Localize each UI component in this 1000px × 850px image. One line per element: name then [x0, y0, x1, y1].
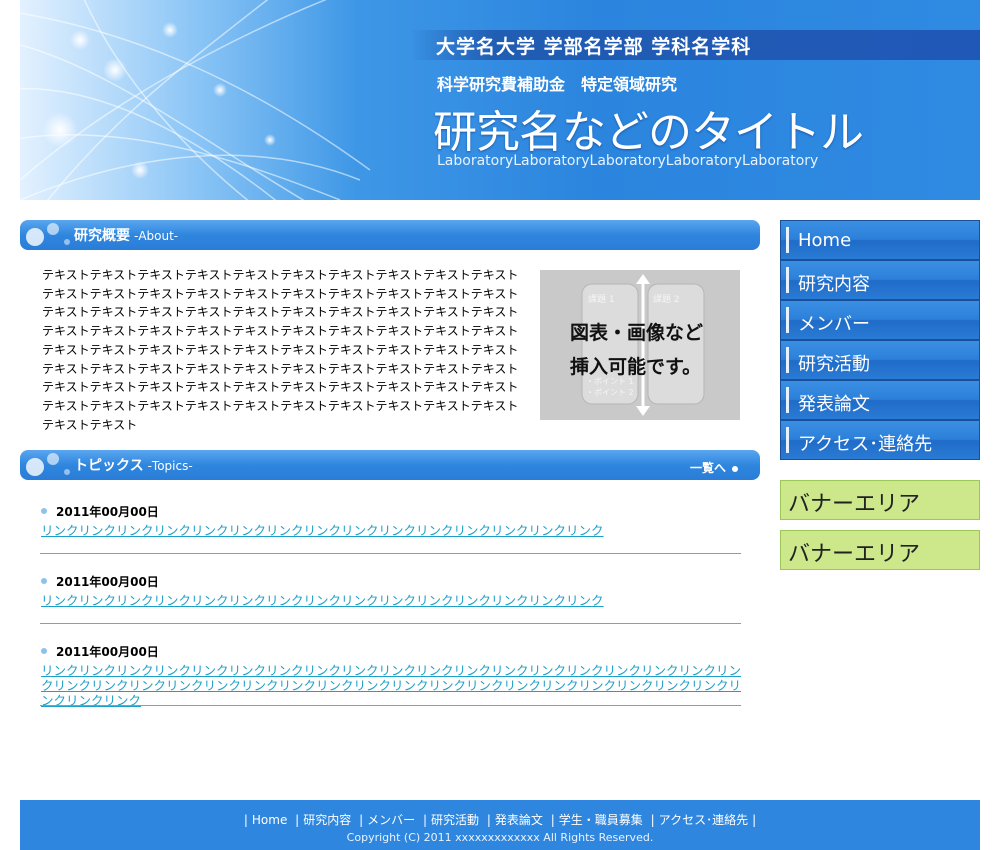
nav-item-home[interactable]: Home [780, 220, 980, 260]
footer-link-access[interactable]: アクセス･連絡先 [659, 813, 748, 827]
more-dot-icon [732, 465, 738, 472]
image-caption-2: 挿入可能です。 [570, 356, 702, 378]
nav-item-activities[interactable]: 研究活動 [780, 340, 980, 380]
site-footer: | Home | 研究内容 | メンバー | 研究活動 | 発表論文 | 学生・職員募集 |… [20, 800, 980, 850]
footer-link-home[interactable]: Home [252, 813, 287, 827]
topic-date: 2011年00月00日 [56, 575, 159, 589]
nav-item-papers[interactable]: 発表論文 [780, 380, 980, 420]
topic-link[interactable]: リンクリンクリンクリンクリンクリンクリンクリンクリンクリンクリンクリンクリンクリ… [41, 523, 741, 538]
topics-heading-label: トピックス [74, 458, 144, 474]
image-caption-1: 図表・画像など [570, 322, 704, 344]
nav-item-label: 研究活動 [798, 354, 870, 375]
topics-heading: トピックス -Topics- 一覧へ [20, 450, 760, 480]
topic-item: 2011年00月00日 リンクリンクリンクリンクリンクリンクリンクリンクリンクリ… [40, 503, 741, 554]
topics-more-label: 一覧へ [689, 461, 726, 475]
banner-area-2[interactable]: バナーエリア [780, 530, 980, 570]
topic-item: 2011年00月00日 リンクリンクリンクリンクリンクリンクリンクリンクリンクリ… [40, 573, 741, 624]
footer-link-members[interactable]: メンバー [367, 813, 415, 827]
footer-link-papers[interactable]: 発表論文 [495, 813, 543, 827]
nav-item-access[interactable]: アクセス･連絡先 [780, 420, 980, 460]
about-image: 課題 1 課題 2 ・ポイント 1 ・ポイント 2 図表・画像など 挿入可能です… [540, 270, 740, 420]
nav-item-label: 研究内容 [798, 274, 870, 295]
about-heading-en: -About- [134, 229, 179, 243]
topics-more-link[interactable]: 一覧へ [690, 459, 738, 476]
topic-item: 2011年00月00日 リンクリンクリンクリンクリンクリンクリンクリンクリンクリ… [40, 643, 741, 708]
lab-line: LaboratoryLaboratoryLaboratoryLaboratory… [437, 153, 819, 169]
site-title: 研究名などのタイトル [433, 107, 864, 158]
banner-label: バナーエリア [788, 492, 921, 517]
nav-item-label: メンバー [798, 314, 870, 335]
bullet-icon [41, 648, 47, 654]
copyright: Copyright (C) 2011 xxxxxxxxxxxxx All Rig… [346, 831, 654, 844]
about-text: テキストテキストテキストテキストテキストテキストテキストテキストテキストテキスト… [42, 268, 519, 432]
image-box-1-label: 課題 1 [588, 295, 615, 305]
topic-link[interactable]: リンクリンクリンクリンクリンクリンクリンクリンクリンクリンクリンクリンクリンクリ… [41, 663, 741, 708]
bullet-icon [41, 578, 47, 584]
image-point-2: ・ポイント 2 [586, 388, 634, 397]
topic-link[interactable]: リンクリンクリンクリンクリンクリンクリンクリンクリンクリンクリンクリンクリンクリ… [41, 593, 741, 608]
banner-label: バナーエリア [788, 542, 921, 567]
footer-link-activities[interactable]: 研究活動 [431, 813, 479, 827]
image-box-2-label: 課題 2 [653, 295, 680, 305]
nav-item-research[interactable]: 研究内容 [780, 260, 980, 300]
topics-heading-en: -Topics- [147, 459, 193, 473]
topic-date: 2011年00月00日 [56, 505, 159, 519]
topic-date: 2011年00月00日 [56, 645, 159, 659]
bubble-decoration-icon [26, 453, 70, 476]
bubble-decoration-icon [26, 223, 70, 246]
diagram-placeholder-graphic [581, 274, 705, 416]
nav-item-label: Home [798, 230, 852, 251]
nav-item-members[interactable]: メンバー [780, 300, 980, 340]
footer-link-recruit[interactable]: 学生・職員募集 [559, 813, 643, 827]
footer-nav: | Home | 研究内容 | メンバー | 研究活動 | 発表論文 | 学生・職員募集 |… [243, 813, 757, 827]
bullet-icon [41, 508, 47, 514]
about-heading: 研究概要 -About- [20, 220, 760, 250]
nav-item-label: アクセス･連絡先 [798, 434, 933, 455]
banner-area-1[interactable]: バナーエリア [780, 480, 980, 520]
university-line: 大学名大学 学部名学部 学科名学科 [436, 36, 752, 58]
grant-line: 科学研究費補助金 特定領域研究 [437, 75, 678, 94]
nav-item-label: 発表論文 [798, 394, 870, 415]
about-heading-label: 研究概要 [74, 228, 130, 244]
footer-link-research[interactable]: 研究内容 [303, 813, 351, 827]
